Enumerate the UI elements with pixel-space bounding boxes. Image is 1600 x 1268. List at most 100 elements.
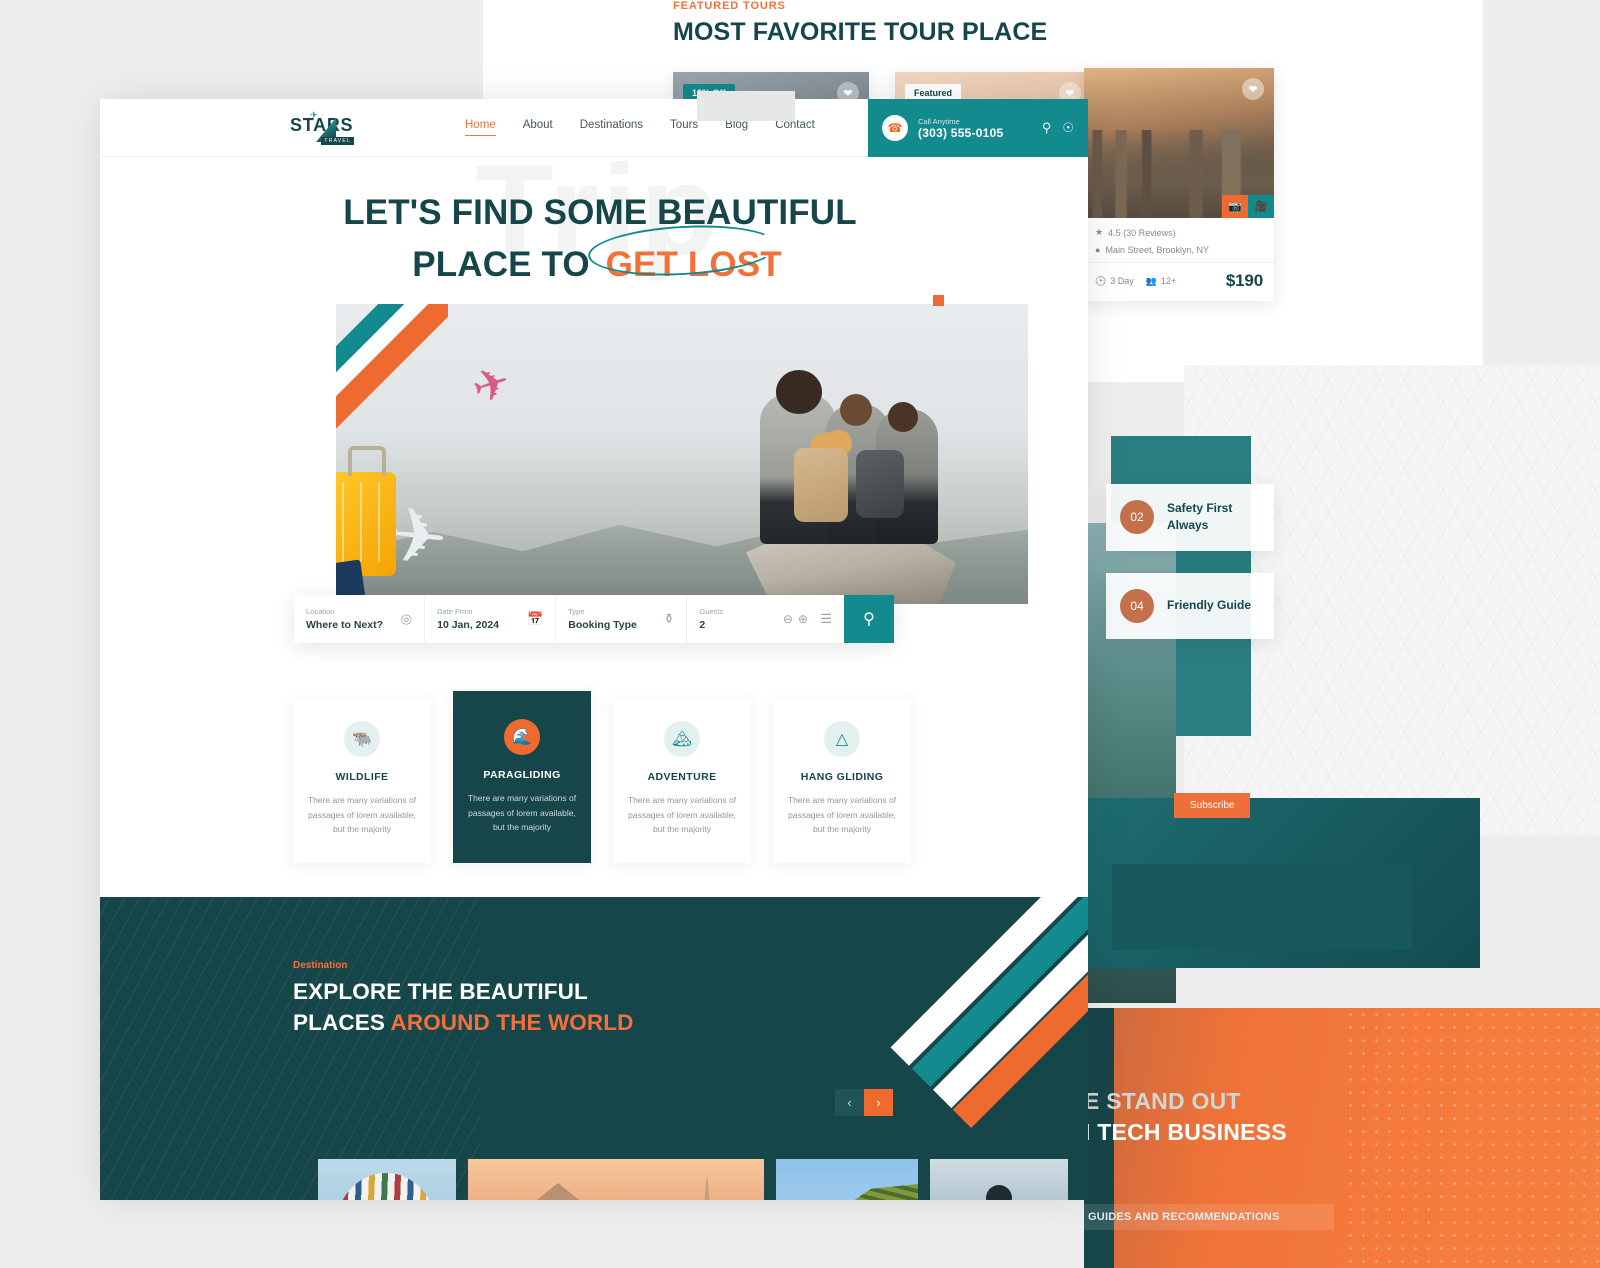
hero-heading-line1: LET'S FIND SOME BEAUTIFUL — [343, 193, 857, 232]
carousel-prev-button[interactable]: ‹ — [835, 1089, 864, 1116]
hero-image-frame: ✈ ✈ — [336, 304, 1028, 604]
video-icon[interactable]: 🎥 — [1248, 195, 1274, 218]
corner-stripe-decoration — [336, 304, 448, 434]
tour-detail-body: ★ 4.5 (30 Reviews) ● Main Street, Brookl… — [1084, 218, 1274, 255]
feature-card-guide[interactable]: 04 Friendly Guide — [1106, 573, 1274, 639]
tour-detail-card[interactable]: ❤ 📷 🎥 ★ 4.5 (30 Reviews) ● Main Street, … — [1084, 68, 1274, 301]
nav-item-tours[interactable]: Tours — [670, 119, 698, 136]
carousel-next-button[interactable]: › — [864, 1089, 893, 1116]
type-value: Booking Type — [568, 619, 637, 631]
main-page-window: ✈ STARS TRAVEL Home About Destinations T… — [100, 91, 1088, 1200]
search-field-guests[interactable]: Guests 2 ⊖ ⊕ ☰ — [686, 595, 844, 643]
search-field-location[interactable]: Location Where to Next? ◎ — [294, 595, 424, 643]
hero-heading: LET'S FIND SOME BEAUTIFUL PLACE TO GET L… — [230, 187, 970, 291]
guest-increment-button[interactable]: ⊕ — [798, 612, 808, 626]
guests-label: Guests — [699, 607, 724, 616]
promo-heading-line1: E STAND OUT — [1084, 1088, 1241, 1114]
plane-icon: ✈ — [310, 110, 318, 120]
snow-mountain-hiker-photo[interactable] — [930, 1159, 1068, 1200]
feature-card-safety[interactable]: 02 Safety First Always — [1106, 484, 1274, 551]
tour-detail-footer: 🕑 3 Day 👥 12+ $190 — [1084, 262, 1274, 301]
map-pin-icon: ● — [1095, 245, 1101, 255]
subscribe-button[interactable]: Subscribe — [1174, 793, 1251, 818]
activity-card-paragliding[interactable]: 🌊 PARAGLIDING There are many variations … — [453, 691, 591, 863]
hot-air-balloon-photo[interactable] — [318, 1159, 456, 1200]
page-canvas: FEATURED TOURS MOST FAVORITE TOUR PLACE … — [0, 0, 1600, 1268]
tour-search-bar: Location Where to Next? ◎ Date From 10 J… — [294, 595, 895, 643]
newsletter-inner-panel — [1112, 864, 1412, 950]
tour-location-row: ● Main Street, Brooklyn, NY — [1095, 245, 1263, 255]
destination-image-row — [318, 1159, 1068, 1200]
flying-airplane-photo: ✈ — [466, 356, 517, 415]
header-call-block: ☎ Call Anytime (303) 555-0105 ⚲ ☉ — [868, 99, 1088, 157]
main-navigation: Home About Destinations Tours Blog Conta… — [465, 119, 815, 136]
activity-card-hang-gliding[interactable]: △ HANG GLIDING There are many variations… — [773, 699, 911, 863]
corner-stripe-decoration — [890, 897, 1088, 1128]
hero-heading-highlight: GET LOST — [586, 220, 788, 291]
featured-title: MOST FAVORITE TOUR PLACE — [673, 18, 1048, 46]
destination-section: Destination EXPLORE THE BEAUTIFUL PLACES… — [100, 897, 1088, 1200]
activity-title: WILDLIFE — [335, 771, 389, 783]
nav-item-home[interactable]: Home — [465, 119, 496, 136]
tour-detail-photo: ❤ 📷 🎥 — [1084, 68, 1274, 218]
hiker-head — [888, 402, 918, 432]
activity-description: There are many variations of passages of… — [627, 795, 737, 835]
featured-eyebrow: FEATURED TOURS — [673, 0, 786, 12]
activity-description: There are many variations of passages of… — [467, 793, 577, 833]
activity-title: PARAGLIDING — [483, 769, 561, 781]
destination-heading-line1: EXPLORE THE BEAUTIFUL — [293, 979, 588, 1004]
search-field-type[interactable]: Type Booking Type ⚱ — [555, 595, 686, 643]
logo-subtext: TRAVEL — [321, 137, 354, 145]
guest-decrement-button[interactable]: ⊖ — [783, 612, 793, 626]
site-logo[interactable]: ✈ STARS TRAVEL — [290, 110, 354, 145]
tour-price: $190 — [1225, 271, 1263, 290]
tower-bridge-london-photo[interactable] — [468, 1159, 764, 1200]
location-label: Location — [306, 607, 335, 616]
heart-icon[interactable]: ❤ — [1242, 78, 1264, 100]
tour-duration-text: 3 Day — [1110, 276, 1134, 286]
bridge-tower — [522, 1183, 594, 1200]
tour-duration: 🕑 3 Day — [1095, 276, 1134, 287]
activity-card-wildlife[interactable]: 🐃 WILDLIFE There are many variations of … — [293, 699, 431, 863]
destination-heading-highlight: AROUND THE WORLD — [390, 1009, 634, 1035]
diagonal-line-pattern — [100, 897, 480, 1200]
feature-number-badge: 02 — [1120, 500, 1154, 535]
sliders-icon[interactable]: ☰ — [820, 611, 832, 627]
camera-icon[interactable]: 📷 — [1222, 195, 1248, 218]
backpack — [794, 448, 848, 522]
search-icon[interactable]: ⚲ — [1042, 120, 1052, 136]
calendar-icon: 📅 — [527, 611, 544, 626]
search-submit-button[interactable]: ⚲ — [844, 595, 895, 643]
nav-item-destinations[interactable]: Destinations — [580, 119, 643, 136]
asian-temple-roof-photo[interactable] — [776, 1159, 918, 1200]
activity-card-adventure[interactable]: 🏔 ADVENTURE There are many variations of… — [613, 699, 751, 863]
nav-item-about[interactable]: About — [523, 119, 553, 136]
location-value: Where to Next? — [306, 619, 384, 631]
suitcase-line — [360, 482, 362, 562]
user-account-icon[interactable]: ☉ — [1062, 120, 1074, 136]
activity-description: There are many variations of passages of… — [787, 795, 897, 835]
people-icon: 👥 — [1145, 275, 1157, 286]
type-label: Type — [568, 607, 585, 616]
map-pin-icon: ◎ — [400, 611, 413, 626]
wildlife-icon: 🐃 — [344, 721, 380, 757]
backpack — [856, 450, 904, 518]
newsletter-panel — [1084, 798, 1480, 968]
adventure-icon: 🏔 — [664, 721, 700, 757]
promo-heading: E STAND OUT I TECH BUSINESS — [1084, 1088, 1384, 1146]
call-text: Call Anytime (303) 555-0105 — [918, 117, 1003, 140]
star-icon: ★ — [1095, 227, 1104, 237]
search-field-date[interactable]: Date From 10 Jan, 2024 📅 — [424, 595, 555, 643]
suitcase-line — [378, 482, 380, 562]
nav-item-blog[interactable]: Blog — [725, 119, 748, 136]
right-column-stack: ❤ 📷 🎥 ★ 4.5 (30 Reviews) ● Main Street, … — [1084, 68, 1600, 1268]
activity-title: HANG GLIDING — [800, 771, 884, 783]
tour-age: 👥 12+ — [1146, 276, 1177, 287]
yellow-suitcase — [336, 446, 396, 576]
logo-word: STARS — [290, 115, 354, 135]
destination-heading-line2-prefix: PLACES — [293, 1009, 391, 1035]
orange-square-decoration — [933, 295, 944, 306]
destination-carousel-nav: ‹ › — [835, 1089, 893, 1116]
nav-item-contact[interactable]: Contact — [775, 119, 815, 136]
suitcase-line — [342, 482, 344, 562]
